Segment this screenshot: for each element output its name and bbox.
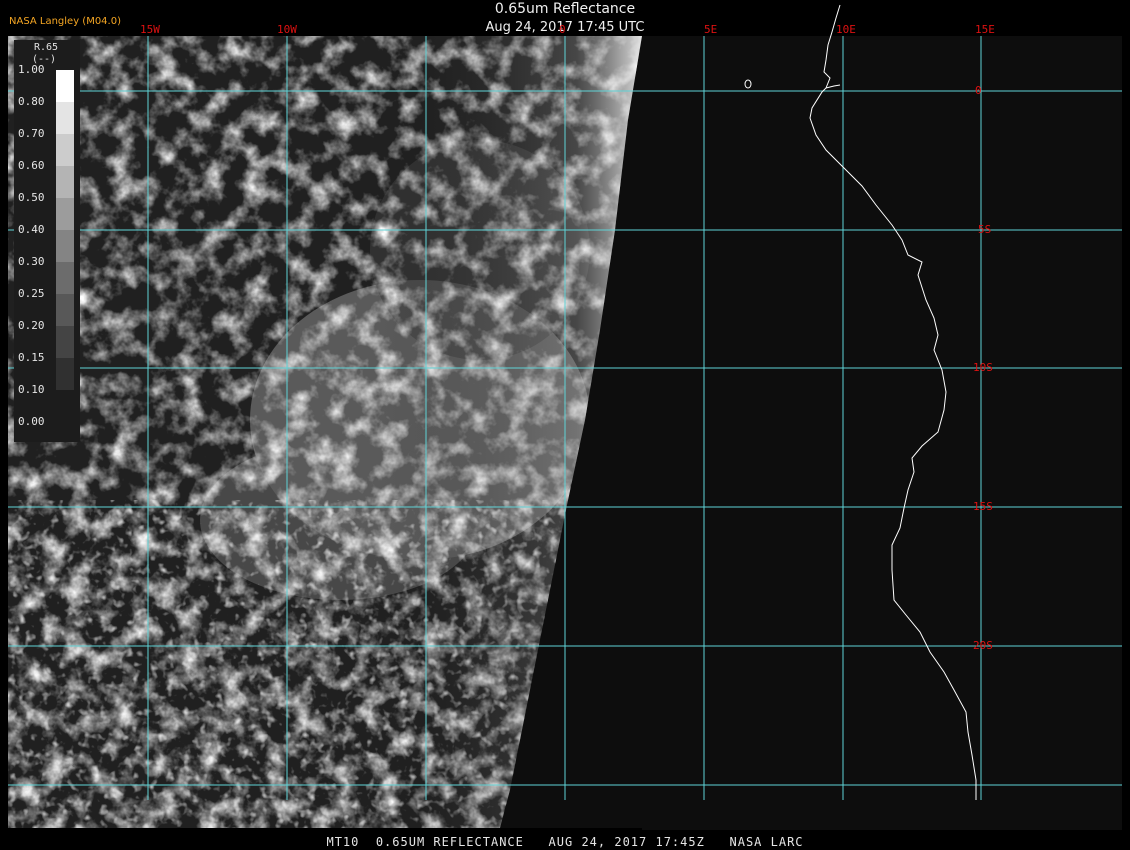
footer-caption: MT10 0.65UM REFLECTANCE AUG 24, 2017 17:… bbox=[326, 835, 804, 849]
lat-label-15s: 15S bbox=[973, 500, 993, 513]
legend-tick-label: 0.50 bbox=[18, 191, 45, 204]
legend-color-cell bbox=[56, 358, 74, 390]
legend-tick-label: 0.00 bbox=[18, 415, 45, 428]
lon-label-10w: 10W bbox=[277, 23, 297, 36]
satellite-image bbox=[8, 4, 1122, 830]
legend-tick-label: 0.40 bbox=[18, 223, 45, 236]
lat-label-10s: 10S bbox=[973, 361, 993, 374]
lat-label-0: 0 bbox=[975, 84, 982, 97]
legend-color-cell bbox=[56, 230, 74, 262]
legend-color-cell bbox=[56, 390, 74, 422]
legend-color-cell bbox=[56, 166, 74, 198]
org-label: NASA Langley (M04.0) bbox=[9, 16, 121, 27]
lon-label-0: 0 bbox=[559, 23, 566, 36]
lon-label-15w: 15W bbox=[140, 23, 160, 36]
lat-label-5s: 5S bbox=[978, 223, 992, 236]
legend-tick-label: 0.10 bbox=[18, 383, 45, 396]
legend-tick-label: 0.30 bbox=[18, 255, 45, 268]
lon-label-5e: 5E bbox=[704, 23, 718, 36]
legend-color-cell bbox=[56, 70, 74, 102]
legend-tick-label: 0.25 bbox=[18, 287, 45, 300]
color-legend: R.65 (--) 1.00 0.80 0.70 0.60 0.50 0.40 0.30 0.… bbox=[14, 40, 80, 442]
legend-color-cell bbox=[56, 262, 74, 294]
legend-color-cell bbox=[56, 294, 74, 326]
legend-tick-label: 0.80 bbox=[18, 95, 45, 108]
legend-color-cell bbox=[56, 326, 74, 358]
legend-tick-label: 0.15 bbox=[18, 351, 45, 364]
legend-color-cell bbox=[56, 198, 74, 230]
lat-label-20s: 20S bbox=[973, 639, 993, 652]
legend-tick-label: 0.70 bbox=[18, 127, 45, 140]
legend-variable: R.65 bbox=[34, 42, 59, 53]
lon-label-15e: 15E bbox=[975, 23, 995, 36]
legend-tick-label: 0.20 bbox=[18, 319, 45, 332]
legend-tick-label: 0.60 bbox=[18, 159, 45, 172]
map-viewer: 0.65um Reflectance Aug 24, 2017 17:45 UT… bbox=[0, 0, 1130, 850]
lon-label-10e: 10E bbox=[836, 23, 856, 36]
legend-color-cell bbox=[56, 102, 74, 134]
legend-color-cell bbox=[56, 134, 74, 166]
image-title: 0.65um Reflectance bbox=[494, 1, 636, 17]
legend-tick-label: 1.00 bbox=[18, 63, 45, 76]
